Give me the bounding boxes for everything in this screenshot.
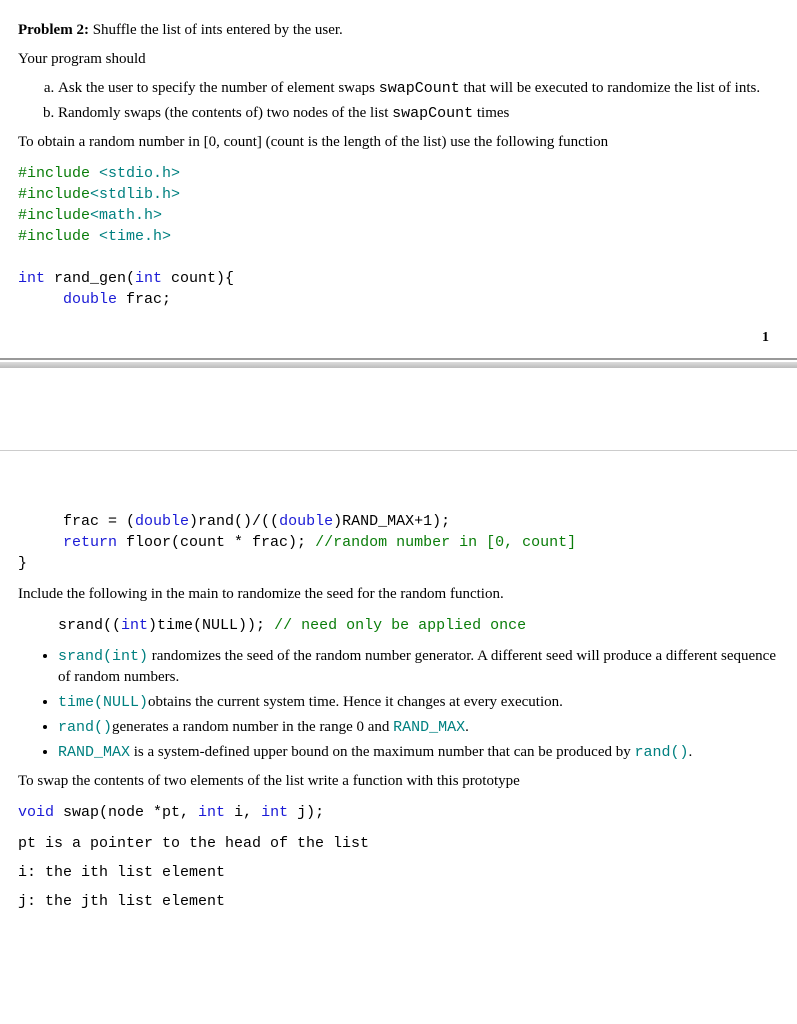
swap-intro: To swap the contents of two elements of … bbox=[18, 771, 779, 792]
note-randmax: RAND_MAX is a system-defined upper bound… bbox=[58, 742, 779, 763]
problem-title-text: Shuffle the list of ints entered by the … bbox=[89, 22, 343, 38]
page-divider bbox=[0, 358, 797, 451]
code-block-2: frac = (double)rand()/((double)RAND_MAX+… bbox=[18, 511, 779, 574]
note-time: time(NULL)obtains the current system tim… bbox=[58, 692, 779, 713]
req-a: Ask the user to specify the number of el… bbox=[58, 78, 779, 99]
problem-title: Problem 2: Shuffle the list of ints ente… bbox=[18, 20, 779, 41]
req-b: Randomly swaps (the contents of) two nod… bbox=[58, 103, 779, 124]
page-number: 1 bbox=[18, 328, 769, 348]
notes-list: srand(int) randomizes the seed of the ra… bbox=[18, 646, 779, 763]
swap-pt: pt is a pointer to the head of the list bbox=[18, 833, 779, 854]
intro: Your program should bbox=[18, 49, 779, 70]
swap-i: i: the ith list element bbox=[18, 862, 779, 883]
problem-label: Problem 2: bbox=[18, 22, 89, 38]
swap-j: j: the jth list element bbox=[18, 891, 779, 912]
seed-intro: Include the following in the main to ran… bbox=[18, 584, 779, 605]
random-intro: To obtain a random number in [0, count] … bbox=[18, 132, 779, 153]
requirements-list: Ask the user to specify the number of el… bbox=[18, 78, 779, 124]
note-rand: rand()generates a random number in the r… bbox=[58, 717, 779, 738]
code-block-1: #include <stdio.h> #include<stdlib.h> #i… bbox=[18, 163, 779, 310]
note-srand: srand(int) randomizes the seed of the ra… bbox=[58, 646, 779, 688]
swap-proto: void swap(node *pt, int i, int j); bbox=[18, 802, 779, 823]
seed-code: srand((int)time(NULL)); // need only be … bbox=[58, 615, 779, 636]
